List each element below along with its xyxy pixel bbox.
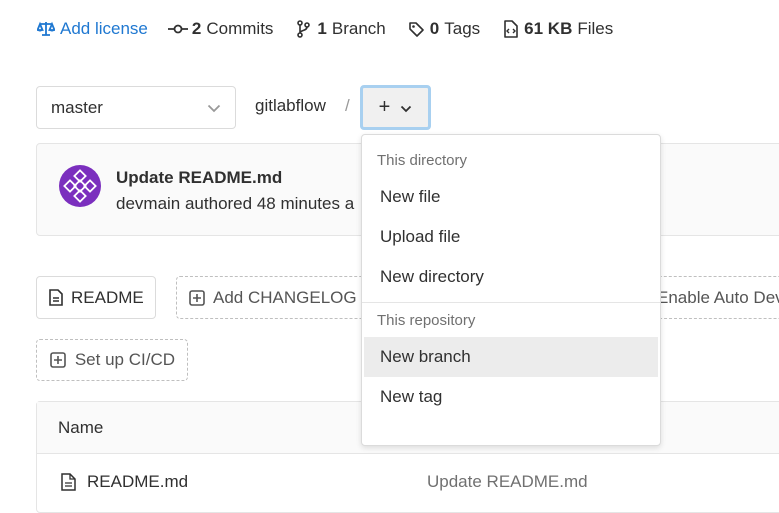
menu-item-new-tag[interactable]: New tag (364, 377, 658, 417)
commits-label: Commits (206, 19, 274, 38)
files-label: Files (577, 19, 614, 38)
add-to-tree-button[interactable]: + (360, 85, 431, 130)
branch-label: Branch (331, 19, 386, 38)
files-size: 61 KB (524, 19, 573, 38)
readme-label: README (71, 287, 144, 307)
chevron-down-icon (400, 96, 412, 119)
chevron-down-icon (207, 98, 221, 118)
menu-item-new-directory[interactable]: New directory (364, 257, 658, 297)
branch-selector-value: master (51, 97, 103, 117)
setup-cicd-button[interactable]: Set up CI/CD (36, 339, 188, 381)
setup-cicd-label: Set up CI/CD (74, 350, 175, 369)
tags-link[interactable]: 0 Tags (406, 19, 480, 39)
plus-square-icon (49, 351, 67, 369)
branch-selector[interactable]: master (36, 86, 236, 129)
file-icon (61, 472, 79, 491)
branches-link[interactable]: 1 Branch (293, 19, 386, 39)
dropdown-header-this-repository: This repository (377, 311, 476, 329)
file-last-commit-link[interactable]: Update README.md (427, 472, 588, 492)
tags-label: Tags (444, 19, 481, 38)
menu-item-new-file[interactable]: New file (364, 177, 658, 217)
commit-author-meta: devmain authored 48 minutes a (116, 194, 355, 213)
commit-icon (167, 19, 188, 39)
breadcrumb-separator: / (345, 96, 350, 115)
branch-icon (293, 19, 313, 39)
add-license-label: Add license (60, 19, 148, 38)
add-to-tree-dropdown: This directory New file Upload file New … (361, 134, 661, 446)
commits-link[interactable]: 2 Commits (167, 19, 274, 39)
commits-count: 2 (191, 19, 202, 38)
plus-square-icon (189, 289, 205, 307)
file-name-link[interactable]: README.md (87, 472, 188, 492)
tag-icon (406, 19, 426, 39)
breadcrumb-project[interactable]: gitlabflow (255, 96, 326, 116)
table-row[interactable]: README.md Update README.md (37, 454, 779, 509)
menu-item-upload-file[interactable]: Upload file (364, 217, 658, 257)
scale-icon (36, 19, 56, 39)
document-icon (49, 289, 63, 307)
branch-count: 1 (317, 19, 327, 38)
add-changelog-label: Add CHANGELOG (213, 287, 357, 307)
dropdown-header-this-directory: This directory (377, 151, 468, 169)
menu-item-new-branch[interactable]: New branch (364, 337, 658, 377)
column-header-name: Name (58, 417, 104, 437)
files-icon (500, 19, 520, 39)
commit-title-link[interactable]: Update README.md (116, 168, 282, 188)
tags-count: 0 (429, 19, 440, 38)
avatar[interactable] (59, 165, 101, 207)
files-link[interactable]: 61 KB Files (500, 19, 613, 39)
add-changelog-button[interactable]: Add CHANGELOG (176, 276, 366, 319)
plus-icon: + (378, 96, 391, 118)
add-license-link[interactable]: Add license (36, 19, 148, 39)
readme-button[interactable]: README (36, 276, 156, 319)
project-stats-bar: Add license 2 Commits 1 Branch 0 Tags 61… (36, 14, 633, 44)
enable-auto-devops-label: Enable Auto Dev (657, 287, 779, 307)
